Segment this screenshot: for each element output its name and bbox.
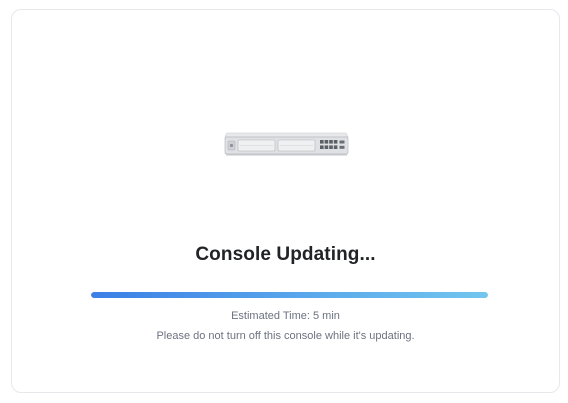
do-not-turn-off-notice: Please do not turn off this console whil… xyxy=(156,330,415,342)
estimated-time-text: Estimated Time: 5 min xyxy=(231,310,340,322)
update-title: Console Updating... xyxy=(195,244,376,265)
update-progress-bar xyxy=(91,292,488,298)
update-progress-fill xyxy=(91,292,488,298)
update-card: Console Updating... Estimated Time: 5 mi… xyxy=(11,9,560,393)
rack-console-device-image xyxy=(224,132,349,156)
